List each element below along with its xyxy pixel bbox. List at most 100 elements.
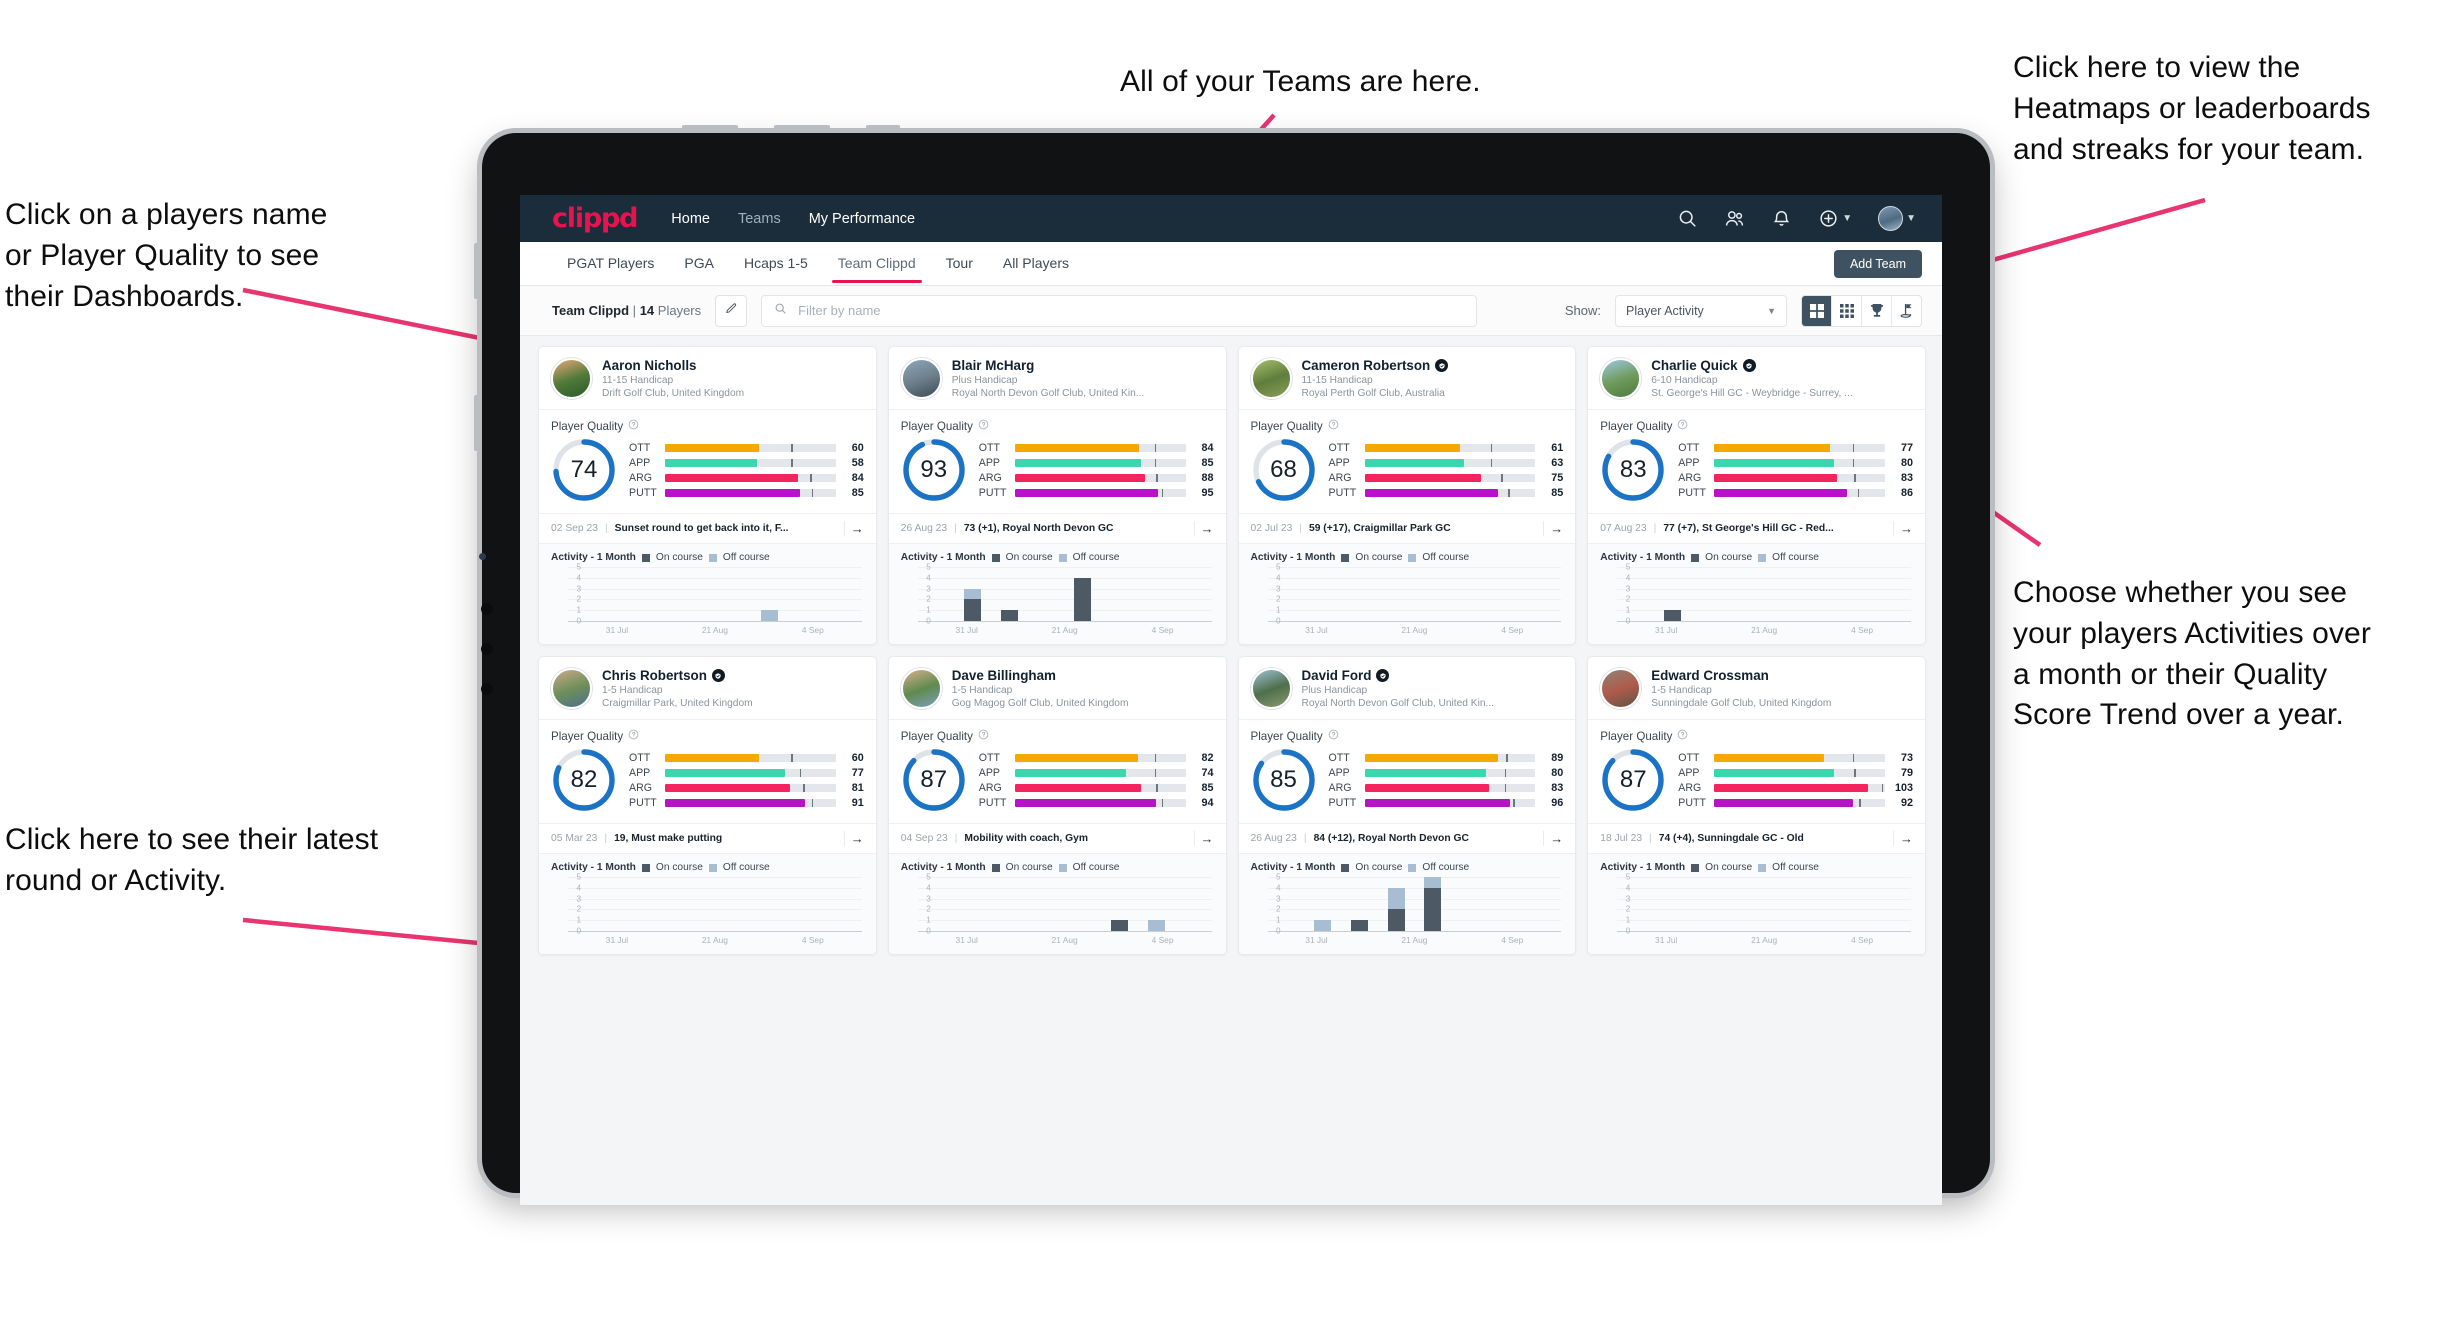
arrow-right-icon[interactable]: →	[1193, 831, 1214, 846]
player-card[interactable]: David Ford Plus Handicap Royal North Dev…	[1237, 656, 1577, 955]
nav-link-home[interactable]: Home	[671, 211, 710, 227]
player-avatar[interactable]	[1250, 358, 1292, 399]
player-quality-section[interactable]: Player Quality 68 OTT 61 APP 63 ARG 75 P…	[1239, 410, 1576, 513]
player-card[interactable]: Edward Crossman 1-5 Handicap Sunningdale…	[1587, 656, 1926, 955]
edit-team-button[interactable]	[715, 294, 748, 327]
player-quality-section[interactable]: Player Quality 93 OTT 84 APP 85 ARG 88 P…	[889, 410, 1226, 513]
player-avatar[interactable]	[551, 358, 592, 399]
player-name[interactable]: Cameron Robertson	[1302, 358, 1431, 373]
player-quality-section[interactable]: Player Quality 87 OTT	[1588, 720, 1925, 823]
chart-x-tick: 31 Jul	[1305, 935, 1328, 945]
player-avatar[interactable]	[900, 668, 942, 709]
player-name-row[interactable]: Cameron Robertson	[1302, 358, 1449, 373]
player-name-row[interactable]: Dave Billingham	[952, 668, 1129, 683]
plus-circle-menu[interactable]: ▼	[1818, 208, 1852, 229]
avatar[interactable]	[1878, 206, 1904, 231]
player-quality-title: Player Quality	[551, 729, 864, 743]
metric-value: 80	[1551, 766, 1564, 779]
latest-round-row[interactable]: 26 Aug 23 | 73 (+1), Royal North Devon G…	[888, 513, 1226, 543]
player-name-row[interactable]: Charlie Quick	[1651, 358, 1852, 373]
player-name[interactable]: Charlie Quick	[1651, 358, 1737, 373]
player-quality-section[interactable]: Player Quality 74 OTT 60 APP 58 ARG 84 P…	[539, 410, 876, 513]
metric-bar	[1714, 798, 1885, 807]
player-name[interactable]: Chris Robertson	[602, 668, 707, 683]
chart-bar-slot	[1101, 877, 1138, 931]
player-name[interactable]: David Ford	[1302, 668, 1372, 683]
player-card[interactable]: Cameron Robertson 11-15 Handicap Royal P…	[1237, 346, 1577, 645]
tab-pga[interactable]: PGA	[669, 244, 729, 283]
player-avatar[interactable]	[1250, 668, 1292, 709]
metric-row: ARG 84	[629, 472, 864, 484]
player-card[interactable]: Aaron Nicholls 11-15 Handicap Drift Golf…	[538, 346, 877, 645]
bell-icon[interactable]	[1771, 208, 1792, 229]
user-menu[interactable]: ▼	[1878, 206, 1916, 231]
player-quality-section[interactable]: Player Quality 82 OTT 60 APP 77 ARG 81 P…	[539, 720, 876, 823]
arrow-right-icon[interactable]: →	[843, 521, 864, 536]
help-circle-icon[interactable]	[1328, 419, 1339, 433]
help-circle-icon[interactable]	[628, 419, 639, 433]
player-avatar[interactable]	[1600, 668, 1642, 709]
player-quality-section[interactable]: Player Quality 87 OTT	[889, 720, 1226, 823]
trophy-icon[interactable]	[1862, 295, 1892, 326]
player-avatar[interactable]	[1600, 358, 1642, 399]
player-name-row[interactable]: Chris Robertson	[602, 668, 753, 683]
search-input[interactable]	[796, 302, 1465, 319]
search-field-wrapper[interactable]	[761, 294, 1478, 327]
player-quality-section[interactable]: Player Quality 83 OTT 77 APP 80 ARG 83 P…	[1588, 410, 1925, 513]
player-avatar[interactable]	[900, 358, 942, 399]
player-name-row[interactable]: Edward Crossman	[1651, 668, 1831, 683]
player-name[interactable]: Edward Crossman	[1651, 668, 1769, 683]
tab-tour[interactable]: Tour	[931, 244, 988, 283]
chart-x-axis: 31 Jul 21 Aug 4 Sep	[1268, 625, 1562, 635]
player-avatar[interactable]	[551, 668, 592, 709]
player-quality-section[interactable]: Player Quality 85 OTT 89 APP 80 ARG 83 P…	[1239, 720, 1576, 823]
player-name-row[interactable]: Blair McHarg	[952, 358, 1145, 373]
help-circle-icon[interactable]	[1677, 729, 1688, 743]
show-select[interactable]: Player Activity ▼	[1615, 294, 1787, 327]
latest-round-row[interactable]: 05 Mar 23 | 19, Must make putting →	[539, 823, 876, 853]
latest-round-row[interactable]: 07 Aug 23 | 77 (+7), St George's Hill GC…	[1588, 513, 1925, 543]
latest-round-row[interactable]: 02 Sep 23 | Sunset round to get back int…	[539, 513, 876, 543]
help-circle-icon[interactable]	[1677, 419, 1688, 433]
help-circle-icon[interactable]	[1328, 729, 1339, 743]
grid-large-icon[interactable]	[1802, 295, 1832, 326]
help-circle-icon[interactable]	[628, 729, 639, 743]
arrow-right-icon[interactable]: →	[1893, 521, 1913, 536]
arrow-right-icon[interactable]: →	[1543, 831, 1563, 846]
player-name[interactable]: Aaron Nicholls	[602, 358, 697, 373]
player-card[interactable]: Chris Robertson 1-5 Handicap Craigmillar…	[538, 656, 877, 955]
player-card[interactable]: Charlie Quick 6-10 Handicap St. George's…	[1587, 346, 1926, 645]
player-name[interactable]: Dave Billingham	[952, 668, 1056, 683]
help-circle-icon[interactable]	[978, 419, 989, 433]
arrow-right-icon[interactable]: →	[843, 831, 864, 846]
nav-link-my-performance[interactable]: My Performance	[809, 211, 915, 227]
help-circle-icon[interactable]	[978, 729, 989, 743]
player-card[interactable]: Blair McHarg Plus Handicap Royal North D…	[887, 346, 1227, 645]
chart-x-axis: 31 Jul 21 Aug 4 Sep	[568, 935, 862, 945]
player-name-row[interactable]: Aaron Nicholls	[602, 358, 744, 373]
add-team-button[interactable]: Add Team	[1833, 249, 1922, 278]
tab-all-players[interactable]: All Players	[988, 244, 1084, 283]
latest-round-row[interactable]: 04 Sep 23 | Mobility with coach, Gym →	[888, 823, 1226, 853]
player-name-row[interactable]: David Ford	[1302, 668, 1495, 683]
arrow-right-icon[interactable]: →	[1193, 521, 1214, 536]
arrow-right-icon[interactable]: →	[1893, 831, 1913, 846]
nav-link-teams[interactable]: Teams	[738, 211, 781, 227]
flag-pin-icon[interactable]	[1892, 296, 1921, 326]
clippd-logo[interactable]: clippd	[552, 203, 639, 234]
metric-row: ARG 83	[1329, 782, 1564, 794]
arrow-right-icon[interactable]: →	[1543, 521, 1563, 536]
latest-round-row[interactable]: 26 Aug 23 | 84 (+12), Royal North Devon …	[1238, 823, 1576, 853]
plus-circle-icon[interactable]	[1818, 208, 1839, 229]
latest-round-row[interactable]: 18 Jul 23 | 74 (+4), Sunningdale GC - Ol…	[1588, 823, 1925, 853]
tab-hcaps-1-5[interactable]: Hcaps 1-5	[729, 244, 823, 283]
player-card[interactable]: Dave Billingham 1-5 Handicap Gog Magog G…	[887, 656, 1227, 955]
tab-team-clippd[interactable]: Team Clippd	[823, 244, 931, 283]
tab-pgat-players[interactable]: PGAT Players	[552, 244, 669, 283]
grid-small-icon[interactable]	[1832, 295, 1862, 326]
search-icon[interactable]	[1677, 208, 1698, 229]
activity-chart: 5 4 3 2 1 0 31 Jul 21 Aug 4 Sep	[1600, 563, 1913, 635]
people-icon[interactable]	[1724, 208, 1745, 229]
latest-round-row[interactable]: 02 Jul 23 | 59 (+17), Craigmillar Park G…	[1238, 513, 1576, 543]
player-name[interactable]: Blair McHarg	[952, 358, 1035, 373]
